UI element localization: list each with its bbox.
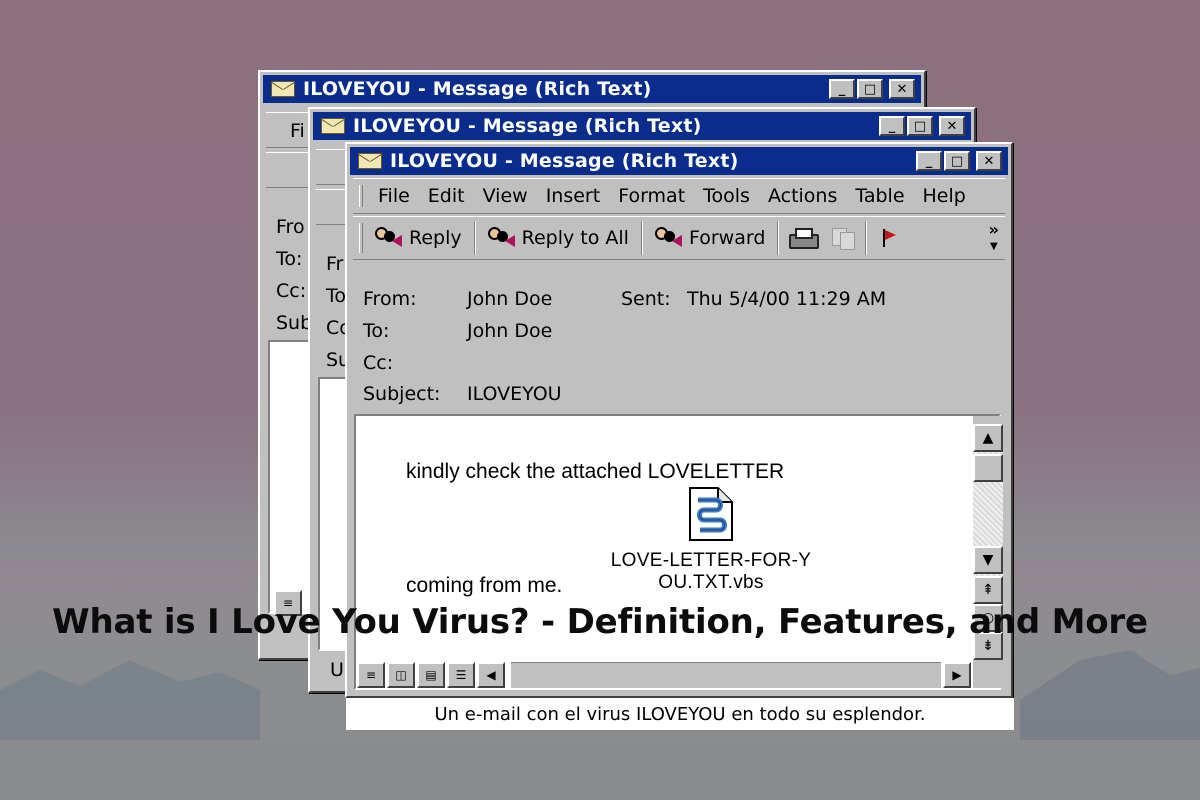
reply-all-button[interactable]: Reply to All bbox=[478, 220, 639, 256]
sent-label: Sent: bbox=[621, 288, 671, 310]
reply-label: Reply bbox=[409, 227, 462, 249]
reply-icon bbox=[375, 227, 405, 249]
menu-item-actions[interactable]: Actions bbox=[759, 185, 846, 207]
cc-label: Cc: bbox=[363, 352, 394, 374]
close-button[interactable]: ✕ bbox=[939, 116, 965, 136]
menu-item-format[interactable]: Format bbox=[609, 185, 694, 207]
normal-view-button[interactable]: ≡ bbox=[357, 662, 385, 688]
flag-icon bbox=[879, 227, 899, 249]
scroll-up-button[interactable]: ▲ bbox=[973, 424, 1003, 452]
menu-item-file[interactable]: Fi bbox=[290, 120, 305, 142]
outline-view-button[interactable]: ☰ bbox=[447, 662, 475, 688]
view-status-bar: ≡ ◫ ▤ ☰ ◀ ▶ bbox=[353, 660, 1005, 690]
toolbar-overflow-button[interactable]: » ▼ bbox=[988, 220, 999, 254]
scroll-right-button[interactable]: ▶ bbox=[943, 662, 971, 688]
reply-all-icon bbox=[487, 227, 518, 249]
attachment-filename[interactable]: LOVE-LETTER-FOR-Y OU.TXT.vbs bbox=[596, 550, 826, 594]
from-label: Fr bbox=[326, 253, 344, 275]
copy-icon bbox=[829, 227, 857, 250]
from-value[interactable]: John Doe bbox=[467, 288, 552, 310]
forward-icon bbox=[654, 227, 685, 249]
window-title: ILOVEYOU - Message (Rich Text) bbox=[353, 115, 702, 137]
to-label: To bbox=[326, 285, 347, 307]
scroll-down-button[interactable]: ▼ bbox=[973, 546, 1003, 574]
menu-item-help[interactable]: Help bbox=[914, 185, 975, 207]
menu-item-insert[interactable]: Insert bbox=[537, 185, 610, 207]
from-label: Fro bbox=[276, 216, 305, 238]
print-view-button[interactable]: ▤ bbox=[417, 662, 445, 688]
envelope-icon bbox=[271, 81, 295, 97]
menu-item-table[interactable]: Table bbox=[846, 185, 913, 207]
scroll-left-button[interactable]: ◀ bbox=[477, 662, 505, 688]
previous-page-button[interactable]: ⇞ bbox=[973, 576, 1003, 604]
chevron-down-icon: ▼ bbox=[989, 241, 998, 252]
forward-label: Forward bbox=[688, 227, 766, 249]
forward-button[interactable]: Forward bbox=[645, 220, 775, 256]
window-titlebar[interactable]: ILOVEYOU - Message (Rich Text) _ □ ✕ bbox=[350, 147, 1008, 175]
image-caption: Un e-mail con el virus ILOVEYOU en todo … bbox=[346, 698, 1014, 730]
toolbar-separator bbox=[473, 221, 476, 255]
cc-label: Cc: bbox=[276, 280, 307, 302]
toolbar: Reply Reply to All Forward » ▼ bbox=[353, 216, 1005, 260]
subject-label: Sub bbox=[276, 312, 313, 334]
toolbar-separator bbox=[865, 221, 868, 255]
message-line-2: coming from me. bbox=[406, 574, 563, 597]
status-text: U bbox=[330, 659, 344, 681]
print-button[interactable] bbox=[781, 220, 823, 256]
scroll-thumb[interactable] bbox=[973, 454, 1003, 482]
close-button[interactable]: ✕ bbox=[889, 79, 915, 99]
window-title: ILOVEYOU - Message (Rich Text) bbox=[390, 150, 739, 172]
attachment-name-line-2: OU.TXT.vbs bbox=[658, 572, 764, 593]
to-label: To: bbox=[363, 320, 390, 342]
toolbar-separator bbox=[777, 221, 780, 255]
maximize-button[interactable]: □ bbox=[907, 116, 933, 136]
window-title: ILOVEYOU - Message (Rich Text) bbox=[303, 78, 652, 100]
reply-button[interactable]: Reply bbox=[365, 220, 472, 256]
minimize-button[interactable]: _ bbox=[829, 79, 855, 99]
flag-button[interactable] bbox=[869, 220, 909, 256]
toolbar-separator bbox=[640, 221, 643, 255]
printer-icon bbox=[787, 227, 820, 249]
web-view-button[interactable]: ◫ bbox=[387, 662, 415, 688]
from-label: From: bbox=[363, 288, 417, 310]
subject-label: Subject: bbox=[363, 383, 441, 405]
article-headline: What is I Love You Virus? - Definition, … bbox=[52, 602, 1148, 642]
to-label: To: bbox=[276, 248, 303, 270]
menu-item-tools[interactable]: Tools bbox=[694, 185, 759, 207]
menu-item-file[interactable]: File bbox=[369, 185, 419, 207]
minimize-button[interactable]: _ bbox=[879, 116, 905, 136]
attachment-name-line-1: LOVE-LETTER-FOR-Y bbox=[610, 550, 812, 571]
menu-item-view[interactable]: View bbox=[474, 185, 537, 207]
envelope-icon bbox=[358, 153, 382, 169]
maximize-button[interactable]: □ bbox=[857, 79, 883, 99]
sent-value: Thu 5/4/00 11:29 AM bbox=[687, 288, 887, 310]
chevron-right-icon: » bbox=[988, 220, 999, 239]
reply-all-label: Reply to All bbox=[521, 227, 629, 249]
toolbar-gripper[interactable] bbox=[359, 223, 363, 253]
to-value[interactable]: John Doe bbox=[467, 320, 552, 342]
message-body[interactable]: kindly check the attached LOVELETTER LOV… bbox=[354, 414, 1001, 690]
menubar-gripper[interactable] bbox=[359, 185, 363, 207]
menubar: File Edit View Insert Format Tools Actio… bbox=[353, 178, 1005, 214]
close-button[interactable]: ✕ bbox=[976, 151, 1002, 171]
window-titlebar[interactable]: ILOVEYOU - Message (Rich Text) _ □ ✕ bbox=[263, 75, 921, 103]
script-file-icon[interactable] bbox=[686, 486, 736, 542]
subject-value: ILOVEYOU bbox=[467, 383, 562, 405]
horizontal-scroll-track[interactable] bbox=[511, 662, 941, 688]
minimize-button[interactable]: _ bbox=[916, 151, 942, 171]
copy-button[interactable] bbox=[823, 220, 863, 256]
message-line-1: kindly check the attached LOVELETTER bbox=[406, 460, 785, 483]
envelope-icon bbox=[321, 118, 345, 134]
window-titlebar[interactable]: ILOVEYOU - Message (Rich Text) _ □ ✕ bbox=[313, 112, 971, 140]
vertical-scrollbar[interactable]: ▲ ▼ ⇞ ○ ⇟ bbox=[973, 416, 1003, 688]
menu-item-edit[interactable]: Edit bbox=[419, 185, 474, 207]
maximize-button[interactable]: □ bbox=[944, 151, 970, 171]
